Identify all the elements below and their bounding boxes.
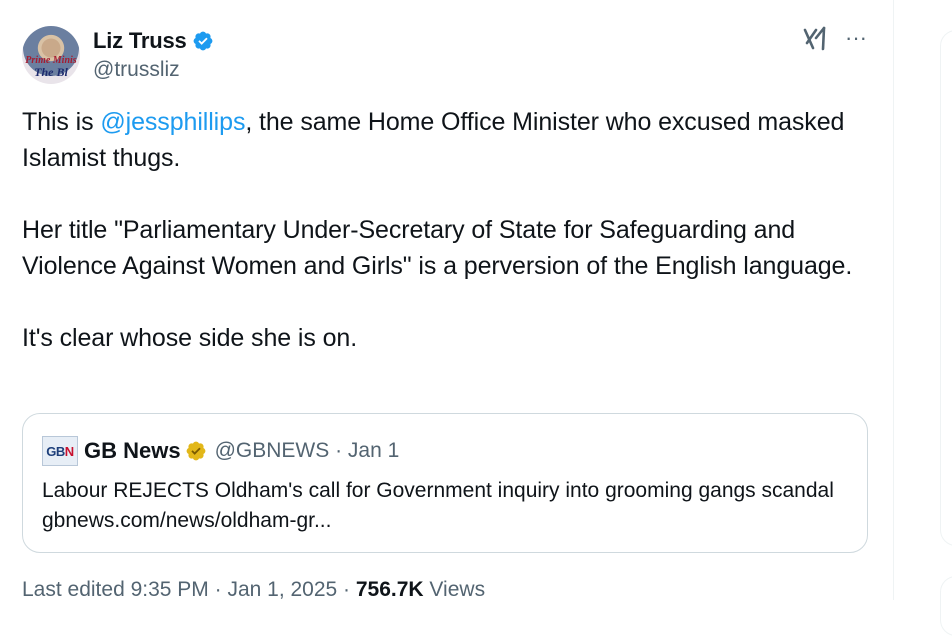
quoted-handle-date[interactable]: @GBNEWS · Jan 1 — [215, 439, 400, 463]
quoted-author-name[interactable]: GB News — [84, 438, 181, 464]
quoted-tweet-header: GB N GB News @GBNEWS · Jan 1 — [42, 436, 399, 466]
author-name-row: Liz Truss — [93, 28, 214, 54]
quoted-tweet-text: Labour REJECTS Oldham's call for Governm… — [42, 479, 834, 532]
author-avatar[interactable]: Prime Minis The Bl — [22, 26, 80, 84]
tweet-text: This is @jessphillips, the same Home Off… — [22, 104, 872, 392]
avatar-text-line-2: The Bl — [34, 65, 68, 79]
tweet-paragraph-2: Her title "Parliamentary Under-Secretary… — [22, 216, 853, 280]
views-count: 756.7K — [355, 578, 424, 601]
tweet-paragraph-3: It's clear whose side she is on. — [22, 324, 358, 352]
mention-link[interactable]: @jessphillips — [100, 108, 245, 136]
verified-badge-icon — [193, 31, 212, 51]
gb-logo-text-red: N — [64, 443, 74, 459]
gb-news-logo[interactable]: GB N — [42, 436, 78, 466]
grok-icon[interactable] — [802, 26, 828, 52]
column-divider — [893, 0, 894, 600]
gold-verified-badge-icon — [186, 441, 205, 461]
sidebar-card — [940, 30, 952, 546]
gb-logo-text: GB — [46, 443, 65, 459]
more-options-icon[interactable]: ··· — [843, 27, 869, 52]
views-label: Views — [423, 578, 486, 601]
tweet-footer-meta: Last edited 9:35 PM · Jan 1, 2025 · 756.… — [22, 578, 485, 602]
author-name[interactable]: Liz Truss — [93, 28, 187, 54]
quoted-tweet-card[interactable]: GB N GB News @GBNEWS · Jan 1 Labour REJEC… — [22, 413, 868, 553]
sidebar-card-lower — [940, 576, 952, 636]
author-handle[interactable]: @trussliz — [93, 58, 180, 82]
tweet-p1-prefix: This is — [22, 108, 101, 136]
edited-timestamp[interactable]: Last edited 9:35 PM · Jan 1, 2025 · — [22, 578, 356, 601]
tweet-paragraph-1: This is @jessphillips, the same Home Off… — [22, 104, 872, 176]
